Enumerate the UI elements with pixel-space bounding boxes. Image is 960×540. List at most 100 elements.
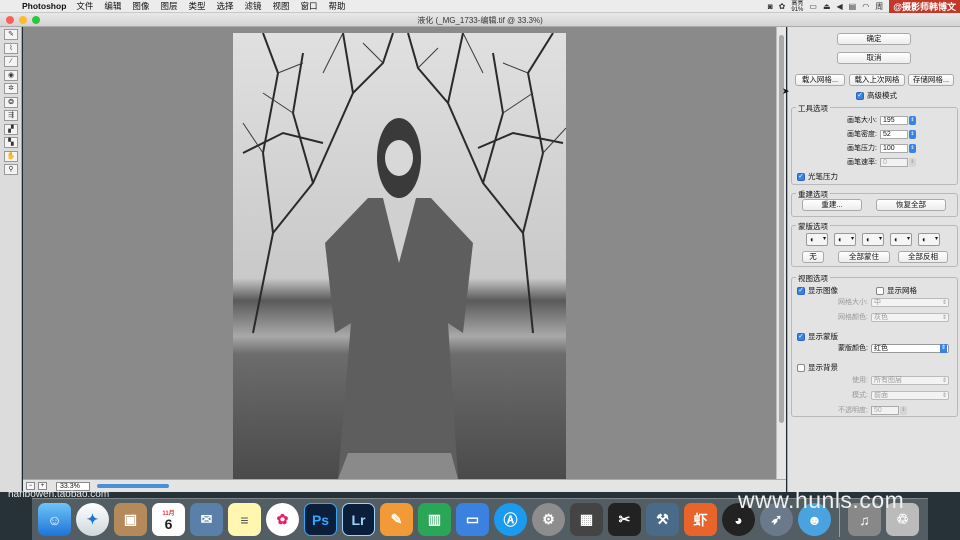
keynote-icon[interactable]: ▭ <box>456 503 489 536</box>
checkbox-box <box>797 363 805 372</box>
reconstruct-tool-icon[interactable]: ⌇ <box>4 42 18 54</box>
chevron-updown-icon: ⇕ <box>940 343 947 353</box>
mask-invert-icon[interactable]: ◐ ▾ <box>918 233 940 246</box>
flag-icon[interactable]: ▤ <box>849 2 857 11</box>
show-mesh-label: 显示网格 <box>887 286 917 295</box>
mask-color-select[interactable]: 红色 ⇕ <box>871 343 949 353</box>
xcode-icon[interactable]: ⚒ <box>646 503 679 536</box>
menu-image[interactable]: 图像 <box>132 0 149 12</box>
canvas-area[interactable] <box>23 27 776 479</box>
zoom-tool-icon[interactable]: ⚲ <box>4 164 18 175</box>
smooth-tool-icon[interactable]: ∕ <box>4 56 18 67</box>
day-label[interactable]: 周 <box>875 1 883 12</box>
image-capture-icon[interactable]: ▦ <box>570 503 603 536</box>
brush-size-row: 画笔大小: 195 ⇕ <box>839 115 916 125</box>
mask-subtract-icon[interactable]: ◐ ▾ <box>862 233 884 246</box>
forward-warp-tool-icon[interactable]: ✎ <box>4 29 18 40</box>
camera-icon[interactable]: ◙ <box>768 2 773 11</box>
horizontal-scrollbar[interactable] <box>97 484 169 488</box>
restore-all-button[interactable]: 恢复全部 <box>876 199 946 211</box>
load-mesh-button[interactable]: 载入网格... <box>795 74 845 86</box>
twirl-clockwise-tool-icon[interactable]: ◉ <box>4 69 18 81</box>
freeze-mask-tool-icon[interactable]: ▞ <box>4 123 18 135</box>
brush-density-input[interactable]: 52 <box>880 129 908 139</box>
advanced-mode-checkbox[interactable]: ✓ 高级模式 <box>856 90 897 101</box>
show-mask-checkbox[interactable]: ✓ 显示蒙版 <box>797 331 838 342</box>
numbers-icon[interactable]: ▥ <box>418 503 451 536</box>
load-last-mesh-button[interactable]: 载入上次网格 <box>849 74 905 86</box>
mail-stamp-icon[interactable]: ✉ <box>190 503 223 536</box>
lightroom-icon[interactable]: Lr <box>342 503 375 536</box>
menu-type[interactable]: 类型 <box>188 0 205 12</box>
notes-icon[interactable]: ≡ <box>228 503 261 536</box>
brush-pressure-input[interactable]: 100 <box>880 143 908 153</box>
mask-replace-icon[interactable]: ◐ ▾ <box>806 233 828 246</box>
menu-filter[interactable]: 滤镜 <box>244 0 261 12</box>
finder-icon[interactable]: ☺ <box>38 503 71 536</box>
mask-all-button[interactable]: 全部蒙住 <box>838 251 890 263</box>
chevron-updown-icon: ⇕ <box>941 299 947 306</box>
volume-icon[interactable]: ◀ <box>837 2 843 11</box>
liquify-options-panel: 确定 取消 载入网格... 载入上次网格 存储网格... ✓ 高级模式 工具选项… <box>787 27 960 492</box>
cancel-button[interactable]: 取消 <box>837 52 911 64</box>
window-title: 液化 (_MG_1733-编辑.tif @ 33.3%) <box>417 16 543 25</box>
reconstruct-button[interactable]: 重建... <box>802 199 862 211</box>
airplay-icon[interactable]: ▭ <box>809 2 817 11</box>
app-store-icon[interactable]: Ⓐ <box>494 503 527 536</box>
mesh-color-label: 网格颜色: <box>838 314 868 321</box>
menu-window[interactable]: 窗口 <box>301 0 318 12</box>
brush-size-input[interactable]: 195 <box>880 115 908 125</box>
invert-all-button[interactable]: 全部反相 <box>898 251 948 263</box>
menu-edit[interactable]: 编辑 <box>104 0 121 12</box>
show-backdrop-checkbox[interactable]: 显示背景 <box>797 362 838 373</box>
menu-bar: Photoshop 文件 编辑 图像 图层 类型 选择 滤镜 视图 窗口 帮助 … <box>0 0 960 13</box>
show-image-checkbox[interactable]: ✓ 显示图像 <box>797 285 838 296</box>
brush-size-stepper[interactable]: ⇕ <box>909 115 916 125</box>
final-cut-icon[interactable]: ✂ <box>608 503 641 536</box>
mask-add-icon[interactable]: ◐ ▾ <box>834 233 856 246</box>
menu-layer[interactable]: 图层 <box>160 0 177 12</box>
wifi-icon[interactable]: ◠ <box>862 2 869 11</box>
photos-icon[interactable]: ✿ <box>266 503 299 536</box>
mesh-size-row: 网格大小: 中 ⇕ <box>830 297 949 307</box>
menu-view[interactable]: 视图 <box>273 0 290 12</box>
xiami-icon[interactable]: 虾 <box>684 503 717 536</box>
pages-icon[interactable]: ✎ <box>380 503 413 536</box>
pucker-tool-icon[interactable]: ✲ <box>4 83 18 94</box>
contacts-icon[interactable]: ▣ <box>114 503 147 536</box>
menu-app-name[interactable]: Photoshop <box>22 1 66 11</box>
calendar-icon[interactable]: 11月 6 <box>152 503 185 536</box>
eject-icon[interactable]: ⏏ <box>823 2 831 11</box>
save-mesh-button[interactable]: 存储网格... <box>908 74 954 86</box>
menu-select[interactable]: 选择 <box>216 0 233 12</box>
menu-help[interactable]: 帮助 <box>329 0 346 12</box>
tool-options-title: 工具选项 <box>796 103 830 114</box>
view-options-title: 视图选项 <box>796 273 830 284</box>
checkmark-icon: ✓ <box>856 91 864 100</box>
thaw-mask-tool-icon[interactable]: ▚ <box>4 137 18 148</box>
brush-density-stepper[interactable]: ⇕ <box>909 129 916 139</box>
opacity-stepper: ⇕ <box>900 405 907 415</box>
photo-canvas[interactable] <box>233 33 566 479</box>
stylus-pressure-label: 光笔压力 <box>808 172 838 181</box>
battery-indicator[interactable]: 高亮 91% <box>791 1 803 13</box>
bloat-tool-icon[interactable]: ❂ <box>4 96 18 108</box>
creative-cloud-icon[interactable]: ✿ <box>779 2 786 11</box>
system-preferences-icon[interactable]: ⚙ <box>532 503 565 536</box>
chevron-updown-icon: ⇕ <box>941 392 947 399</box>
safari-icon[interactable]: ✦ <box>76 503 109 536</box>
hand-tool-icon[interactable]: ✋ <box>4 150 18 162</box>
push-left-tool-icon[interactable]: ⇶ <box>4 110 18 121</box>
mode-value: 前面 <box>874 391 888 399</box>
stylus-pressure-checkbox[interactable]: ✓ 光笔压力 <box>797 171 838 182</box>
menu-file[interactable]: 文件 <box>76 0 93 12</box>
mask-none-button[interactable]: 无 <box>802 251 824 263</box>
brush-rate-stepper: ⇕ <box>909 157 916 167</box>
show-image-label: 显示图像 <box>808 286 838 295</box>
checkmark-icon: ✓ <box>797 172 805 181</box>
photoshop-icon[interactable]: Ps <box>304 503 337 536</box>
mask-intersect-icon[interactable]: ◐ ▾ <box>890 233 912 246</box>
show-mesh-checkbox[interactable]: 显示网格 <box>876 285 917 296</box>
ok-button[interactable]: 确定 <box>837 33 911 45</box>
brush-pressure-stepper[interactable]: ⇕ <box>909 143 916 153</box>
